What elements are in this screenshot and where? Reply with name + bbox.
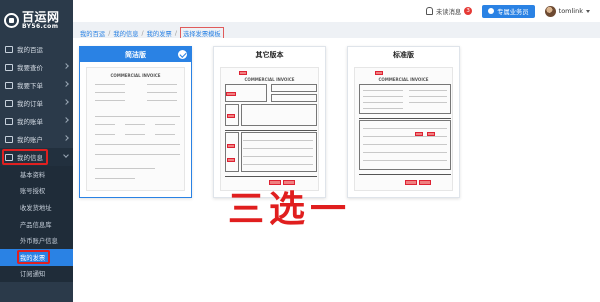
submenu-item-account-auth[interactable]: 账号授权 <box>0 183 73 200</box>
chevron-right-icon <box>63 63 69 69</box>
dedicated-salesperson-button[interactable]: 专属业务员 <box>482 4 535 18</box>
bill-icon <box>5 117 13 125</box>
template-card-title: 标准版 <box>348 47 459 62</box>
home-icon <box>5 45 13 53</box>
top-bar: 未读消息 3 专属业务员 tomlink <box>73 0 600 22</box>
template-card-standard[interactable]: 标准版 COMMERCIAL INVOICE <box>347 46 460 198</box>
account-icon <box>5 135 13 143</box>
template-card-other[interactable]: 其它版本 COMMERCIAL INVOICE <box>213 46 326 198</box>
logo[interactable]: 百运网 BY56.com <box>0 0 73 40</box>
invoice-heading: COMMERCIAL INVOICE <box>378 77 429 82</box>
unread-messages-label: 未读消息 <box>435 8 462 16</box>
submenu-item-foreign-accounts[interactable]: 外币账户信息 <box>0 232 73 249</box>
sidebar-item-label: 我的账单 <box>17 118 43 126</box>
highlight-box <box>2 149 48 165</box>
sidebar-submenu: 基本资料 账号授权 收发货地址 产品信息库 外币账户信息 我的发票 订阅通知 <box>0 166 73 283</box>
sidebar-item-my-orders[interactable]: 我的订单 <box>0 94 73 112</box>
invoice-heading: COMMERCIAL INVOICE <box>244 77 295 82</box>
caret-down-icon <box>586 9 590 13</box>
sidebar-item-my-account[interactable]: 我的账户 <box>0 130 73 148</box>
breadcrumb-item[interactable]: 我的百运 <box>80 29 105 38</box>
template-card-title: 简洁版 <box>80 47 191 62</box>
avatar <box>544 5 556 17</box>
template-card-title: 其它版本 <box>214 47 325 62</box>
submenu-item-product-library[interactable]: 产品信息库 <box>0 216 73 233</box>
submenu-item-subscriptions[interactable]: 订阅通知 <box>0 266 73 283</box>
breadcrumb-separator: / <box>141 30 144 37</box>
chevron-right-icon <box>63 99 69 105</box>
username: tomlink <box>558 7 583 15</box>
submenu-item-addresses[interactable]: 收发货地址 <box>0 199 73 216</box>
sidebar-item-label: 我要下单 <box>17 82 43 90</box>
submenu-item-basic-info[interactable]: 基本资料 <box>0 166 73 183</box>
sidebar-item-label: 我的订单 <box>17 100 43 108</box>
order-icon <box>5 81 13 89</box>
chevron-right-icon <box>63 81 69 87</box>
sidebar-item-price-query[interactable]: 我要查价 <box>0 58 73 76</box>
unread-count-badge: 3 <box>464 7 473 15</box>
logo-domain: BY56.com <box>22 22 59 30</box>
sidebar-item-label: 我的百运 <box>17 46 43 54</box>
sidebar-item-label: 我的账户 <box>17 136 43 144</box>
breadcrumb-separator: / <box>174 30 177 37</box>
template-card-simple[interactable]: 简洁版 COMMERCIAL INVOICE <box>79 46 192 198</box>
user-menu[interactable]: tomlink <box>544 5 590 17</box>
chevron-right-icon <box>63 135 69 141</box>
logo-icon <box>4 12 19 28</box>
logo-name: 百运网 <box>22 9 60 24</box>
selected-check-icon <box>178 50 187 59</box>
chevron-down-icon <box>63 152 69 158</box>
chevron-right-icon <box>63 117 69 123</box>
template-selection-panel: 简洁版 COMMERCIAL INVOICE 其它版本 COMMERCIAL I… <box>73 38 600 302</box>
invoice-preview-simple: COMMERCIAL INVOICE <box>86 67 185 191</box>
orders-list-icon <box>5 99 13 107</box>
bell-icon <box>425 7 433 15</box>
submenu-item-my-invoices[interactable]: 我的发票 <box>0 248 73 266</box>
price-icon <box>5 63 13 71</box>
sidebar-menu: 我的百运 我要查价 我要下单 我的订单 我的账单 我的账户 我的信息 <box>0 40 73 166</box>
breadcrumb-separator: / <box>108 30 111 37</box>
highlight-box <box>17 249 50 264</box>
invoice-preview-other: COMMERCIAL INVOICE <box>220 67 319 191</box>
unread-messages[interactable]: 未读消息 3 <box>425 7 473 16</box>
sidebar-item-home[interactable]: 我的百运 <box>0 40 73 58</box>
breadcrumb-item[interactable]: 我的信息 <box>113 29 138 38</box>
person-icon <box>488 8 495 14</box>
sidebar-item-my-bills[interactable]: 我的账单 <box>0 112 73 130</box>
choose-one-annotation: 三选一 <box>228 189 352 230</box>
dedicated-salesperson-label: 专属业务员 <box>497 8 529 16</box>
breadcrumb-item[interactable]: 我的发票 <box>147 29 172 38</box>
sidebar-item-place-order[interactable]: 我要下单 <box>0 76 73 94</box>
sidebar: 百运网 BY56.com 我的百运 我要查价 我要下单 我的订单 我的账单 我的… <box>0 0 73 302</box>
sidebar-item-label: 我要查价 <box>17 64 43 72</box>
invoice-heading: COMMERCIAL INVOICE <box>110 73 161 78</box>
sidebar-item-my-info[interactable]: 我的信息 <box>0 148 73 166</box>
invoice-preview-standard: COMMERCIAL INVOICE <box>354 67 453 191</box>
